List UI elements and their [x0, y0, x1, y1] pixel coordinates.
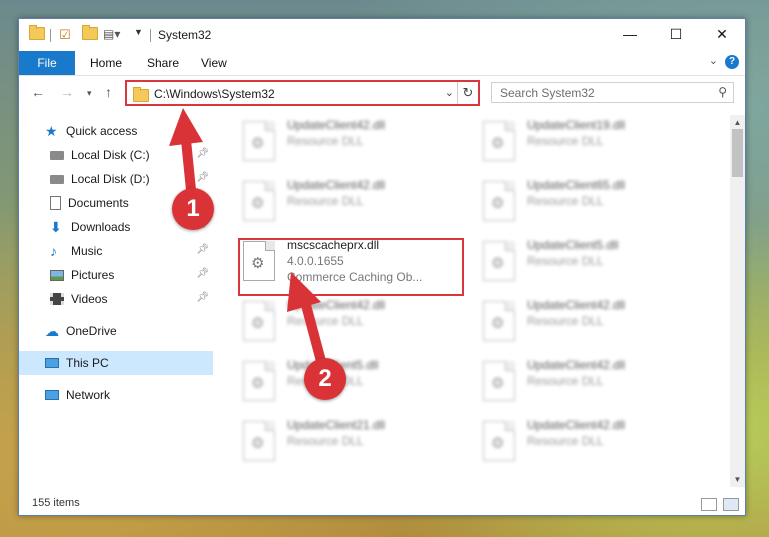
annotation-arrows	[169, 108, 327, 370]
step-badge-1: 1	[172, 188, 214, 230]
arrow-1-head	[169, 108, 203, 146]
arrow-2-head	[287, 272, 321, 312]
step-badge-2: 2	[304, 358, 346, 400]
arrow-2-shaft	[301, 300, 327, 370]
